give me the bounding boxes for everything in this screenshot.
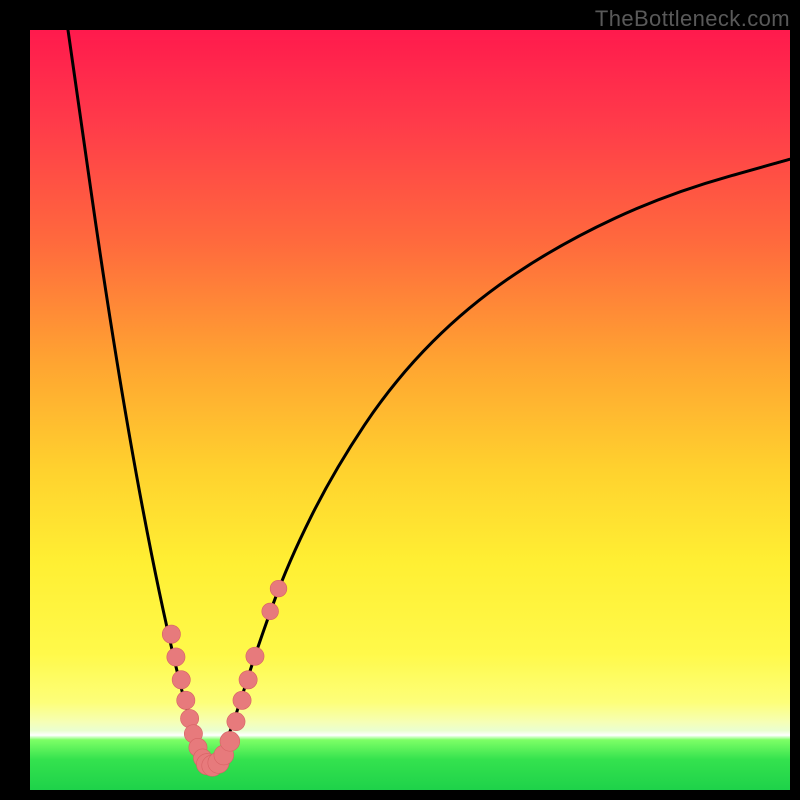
curve-right-branch xyxy=(210,159,790,765)
data-marker xyxy=(233,691,251,709)
data-marker xyxy=(162,625,180,643)
marker-group xyxy=(162,580,287,776)
data-marker xyxy=(177,691,195,709)
data-marker xyxy=(172,671,190,689)
plot-area xyxy=(30,30,790,790)
data-marker xyxy=(220,731,240,751)
data-marker xyxy=(227,712,245,730)
data-marker xyxy=(262,603,279,620)
curve-left-branch xyxy=(68,30,210,766)
chart-stage: TheBottleneck.com xyxy=(0,0,800,800)
chart-svg xyxy=(30,30,790,790)
data-marker xyxy=(239,671,257,689)
data-marker xyxy=(167,648,185,666)
data-marker xyxy=(270,580,287,597)
watermark-text: TheBottleneck.com xyxy=(595,6,790,32)
data-marker xyxy=(246,647,264,665)
